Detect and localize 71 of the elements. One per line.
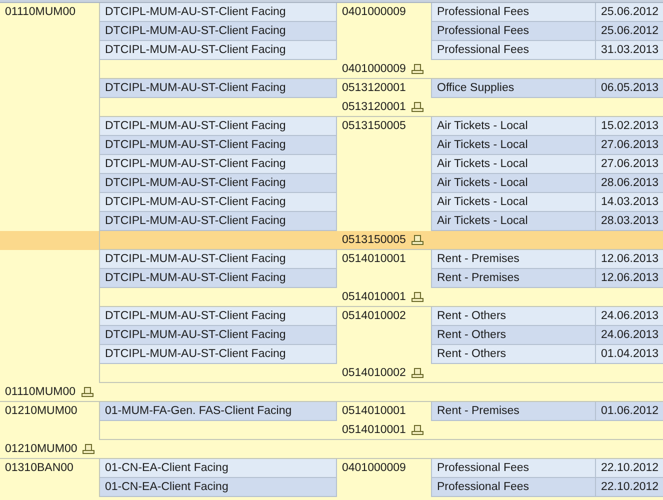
- table-cell: 14.03.2013: [596, 193, 663, 212]
- table-cell: DTCIPL-MUM-AU-ST-Client Facing: [100, 269, 337, 288]
- table-cell: Office Supplies: [432, 79, 596, 98]
- subtotal-icon: [410, 424, 424, 436]
- table-cell: Rent - Others: [432, 307, 596, 326]
- table-cell: DTCIPL-MUM-AU-ST-Client Facing: [100, 212, 337, 231]
- table-cell: DTCIPL-MUM-AU-ST-Client Facing: [100, 41, 337, 60]
- table-cell: Professional Fees: [432, 478, 596, 497]
- table-cell: DTCIPL-MUM-AU-ST-Client Facing: [100, 307, 337, 326]
- subtotal-label: 01110MUM00: [5, 385, 76, 400]
- table-cell: 28.03.2013: [596, 212, 663, 231]
- subtotal-icon: [410, 64, 424, 74]
- subtotal-icon: [82, 444, 96, 454]
- table-cell: Air Tickets - Local: [432, 212, 596, 231]
- table-cell: Air Tickets - Local: [432, 174, 596, 193]
- table-cell: Air Tickets - Local: [432, 193, 596, 212]
- subtotal-icon: [410, 102, 424, 112]
- table-cell: 25.06.2012: [596, 3, 663, 22]
- table-cell: Rent - Premises: [432, 250, 596, 269]
- subtotal-icon: [410, 234, 424, 246]
- table-cell: 01.04.2013: [596, 345, 663, 364]
- table-cell: DTCIPL-MUM-AU-ST-Client Facing: [100, 250, 337, 269]
- subtotal-label: 0513120001: [342, 100, 406, 115]
- table-cell: Rent - Premises: [432, 269, 596, 288]
- subtotal-label: 0401000009: [342, 62, 406, 77]
- subtotal-row[interactable]: 0513150005: [0, 231, 663, 250]
- subtotal-label: 01210MUM00: [5, 442, 78, 457]
- subtotal-label: 0514010001: [342, 423, 406, 438]
- table-cell: 01.06.2012: [596, 402, 663, 421]
- table-cell: DTCIPL-MUM-AU-ST-Client Facing: [100, 326, 337, 345]
- table-cell: 31.03.2013: [596, 41, 663, 60]
- table-cell: Professional Fees: [432, 22, 596, 41]
- table-cell: DTCIPL-MUM-AU-ST-Client Facing: [100, 174, 337, 193]
- subtotal-label: 0514010002: [342, 366, 406, 381]
- table-cell: 22.10.2012: [596, 459, 663, 478]
- table-cell: 25.06.2012: [596, 22, 663, 41]
- subtotal-label: 0514010001: [342, 290, 406, 305]
- table-cell: DTCIPL-MUM-AU-ST-Client Facing: [100, 155, 337, 174]
- table-cell: Professional Fees: [432, 3, 596, 22]
- table-cell: Rent - Premises: [432, 402, 596, 421]
- table-cell: DTCIPL-MUM-AU-ST-Client Facing: [100, 345, 337, 364]
- table-cell: DTCIPL-MUM-AU-ST-Client Facing: [100, 22, 337, 41]
- subtotal-label: 0513150005: [342, 233, 406, 248]
- table-cell: Professional Fees: [432, 41, 596, 60]
- table-cell: 27.06.2013: [596, 155, 663, 174]
- subtotal-icon: [410, 292, 424, 302]
- table-cell: 06.05.2013: [596, 79, 663, 98]
- subtotal-icon: [410, 368, 424, 378]
- table-cell: Rent - Others: [432, 326, 596, 345]
- table-cell: 15.02.2013: [596, 117, 663, 136]
- table-cell: 27.06.2013: [596, 136, 663, 155]
- table-cell: DTCIPL-MUM-AU-ST-Client Facing: [100, 193, 337, 212]
- table-cell: 01-CN-EA-Client Facing: [100, 459, 337, 478]
- table-cell: DTCIPL-MUM-AU-ST-Client Facing: [100, 79, 337, 98]
- table-cell: 01-CN-EA-Client Facing: [100, 478, 337, 497]
- table-cell: 28.06.2013: [596, 174, 663, 193]
- table-cell: 22.10.2012: [596, 478, 663, 497]
- table-cell: 24.06.2013: [596, 326, 663, 345]
- table-cell: 12.06.2013: [596, 250, 663, 269]
- table-cell: 12.06.2013: [596, 269, 663, 288]
- table-cell: Rent - Others: [432, 345, 596, 364]
- table-cell: Professional Fees: [432, 459, 596, 478]
- table-cell: 01-MUM-FA-Gen. FAS-Client Facing: [100, 402, 337, 421]
- table-cell: Air Tickets - Local: [432, 136, 596, 155]
- table-cell: DTCIPL-MUM-AU-ST-Client Facing: [100, 117, 337, 136]
- table-cell: DTCIPL-MUM-AU-ST-Client Facing: [100, 3, 337, 22]
- table-cell: Air Tickets - Local: [432, 155, 596, 174]
- table-cell: Air Tickets - Local: [432, 117, 596, 136]
- subtotal-icon: [80, 386, 94, 398]
- table-cell: DTCIPL-MUM-AU-ST-Client Facing: [100, 136, 337, 155]
- table-cell: 24.06.2013: [596, 307, 663, 326]
